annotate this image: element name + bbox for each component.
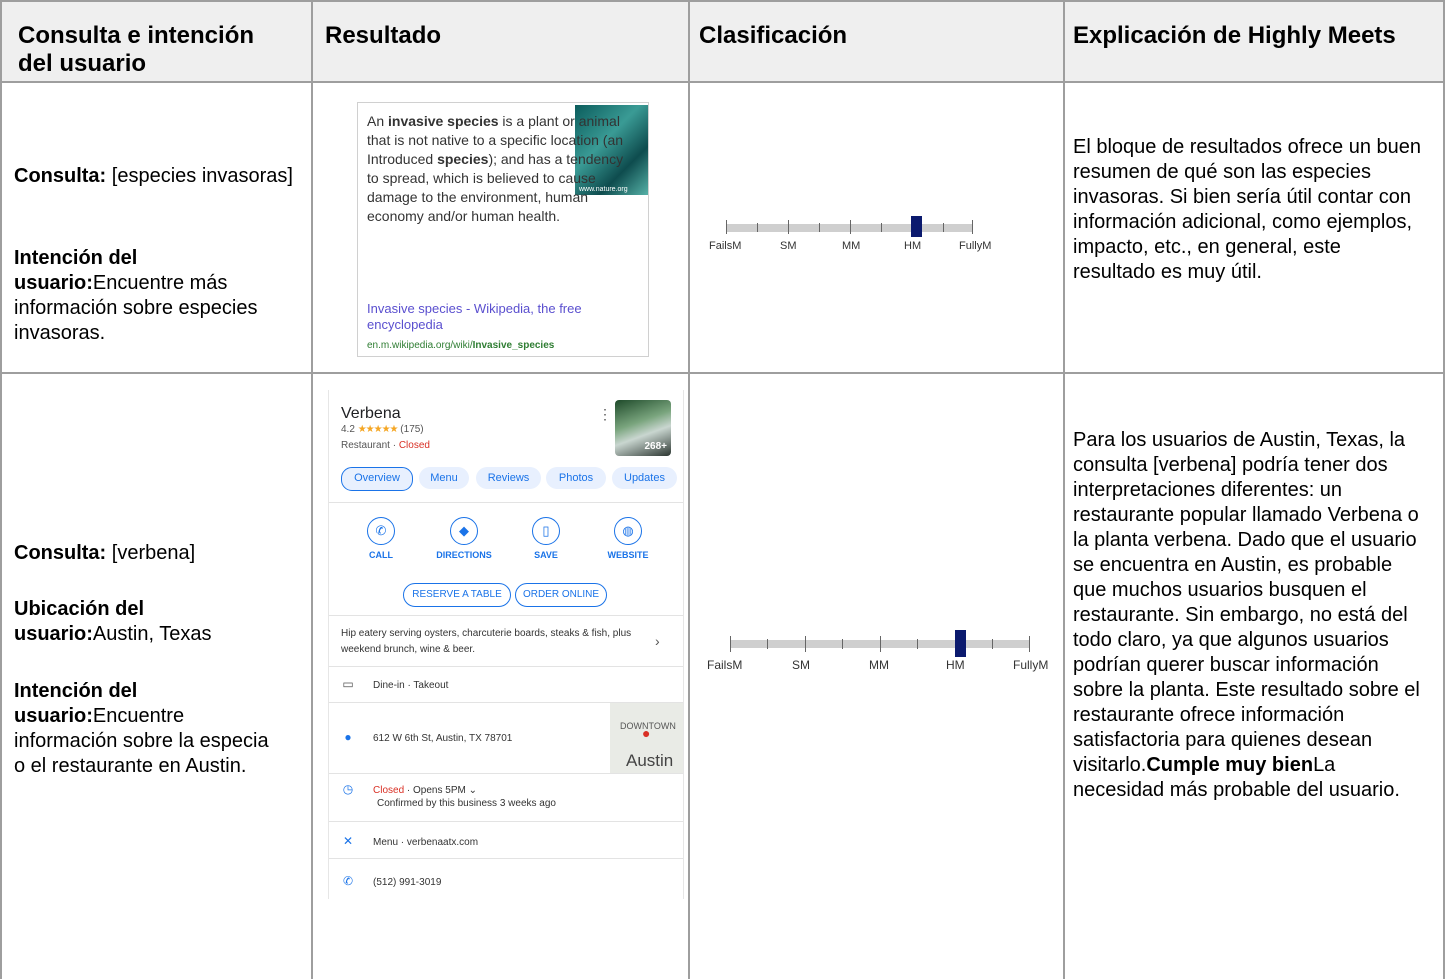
row2-intent-block: Intención del usuario:Encuentre informac…	[14, 679, 282, 779]
scale-label: HM	[904, 240, 922, 252]
directions-icon: ◆	[450, 517, 478, 545]
clock-icon: ◷	[342, 782, 354, 796]
row2-explanation: Para los usuarios de Austin, Texas, la c…	[1073, 428, 1425, 803]
header-result: Resultado	[325, 22, 442, 49]
snippet-text: An invasive species is a plant or animal…	[367, 113, 624, 224]
business-photo[interactable]: 268+	[615, 400, 671, 456]
rating-slider-row1: FailsM SM MM HM FullyM	[709, 216, 991, 260]
business-description[interactable]: Hip eatery serving oysters, charcuterie …	[341, 626, 651, 658]
hours-confirmed: Confirmed by this business 3 weeks ago	[377, 798, 556, 809]
rating-marker	[955, 630, 966, 657]
featured-snippet: www.nature.org An invasive species is a …	[357, 102, 649, 357]
explanation-verdict: Cumple muy bien	[1146, 754, 1314, 776]
rating-slider-row2: FailsM SM MM HM FullyM	[707, 630, 1048, 676]
service-options: ▭ Dine-in · Takeout	[342, 677, 449, 691]
scale-label: SM	[792, 658, 810, 672]
reserve-table-button[interactable]: RESERVE A TABLE	[403, 583, 511, 607]
explanation-main: Para los usuarios de Austin, Texas, la c…	[1073, 429, 1420, 776]
star-icons: ★★★★★	[357, 424, 399, 435]
scale-label: MM	[869, 658, 889, 672]
map-pin-icon: ●	[642, 725, 651, 741]
scale-label: FailsM	[707, 658, 743, 672]
row2-location-block: Ubicación del usuario:Austin, Texas	[14, 597, 274, 647]
snippet-url: en.m.wikipedia.org/wiki/Invasive_species	[367, 340, 555, 351]
scale-label: SM	[780, 240, 797, 252]
chevron-right-icon[interactable]: ›	[655, 633, 660, 649]
address-row[interactable]: ● 612 W 6th St, Austin, TX 78701	[341, 730, 512, 744]
business-type: Restaurant · Closed	[341, 440, 430, 451]
more-options-icon[interactable]: ⋮	[598, 406, 612, 423]
scale-label: FullyM	[959, 240, 992, 252]
map-thumbnail[interactable]: DOWNTOWN ● Austin	[610, 703, 683, 773]
query-label: Consulta:	[14, 542, 107, 564]
header-rating: Clasificación	[699, 22, 848, 49]
query-value: [especies invasoras]	[106, 165, 293, 187]
row1-explanation: El bloque de resultados ofrece un buen r…	[1073, 136, 1422, 283]
business-rating: 4.2 ★★★★★ (175)	[341, 424, 424, 435]
tab-overview[interactable]: Overview	[341, 467, 413, 491]
row1-query-block: Consulta: [especies invasoras]	[14, 164, 304, 189]
save-button[interactable]: ▯ SAVE	[516, 517, 576, 560]
business-card: Verbena 4.2 ★★★★★ (175) Restaurant · Clo…	[328, 390, 684, 899]
call-button[interactable]: ✆ CALL	[351, 517, 411, 560]
location-pin-icon: ●	[344, 730, 352, 744]
query-value: [verbena]	[106, 542, 196, 564]
snippet-link[interactable]: Invasive species - Wikipedia, the free e…	[367, 301, 637, 333]
tab-reviews[interactable]: Reviews	[476, 467, 541, 489]
website-button[interactable]: ◍ WEBSITE	[598, 517, 658, 560]
phone-row[interactable]: ✆ (512) 991-3019	[341, 874, 441, 888]
scale-label: HM	[946, 658, 965, 672]
directions-button[interactable]: ◆ DIRECTIONS	[434, 517, 494, 560]
tab-menu[interactable]: Menu	[419, 467, 469, 489]
storefront-icon: ▭	[342, 677, 354, 691]
location-value: Austin, Texas	[92, 623, 212, 645]
scale-label: FailsM	[709, 240, 742, 252]
business-name: Verbena	[341, 405, 401, 422]
tab-updates[interactable]: Updates	[612, 467, 677, 489]
header-query-intent: Consulta e intención del usuario	[18, 22, 255, 77]
query-label: Consulta:	[14, 165, 107, 187]
menu-row[interactable]: ✕ Menu · verbenaatx.com	[341, 834, 478, 848]
order-online-button[interactable]: ORDER ONLINE	[515, 583, 607, 607]
phone-icon: ✆	[342, 874, 354, 888]
row2-query-block: Consulta: [verbena]	[14, 541, 304, 566]
hours-row[interactable]: ◷ Closed · Opens 5PM ⌄	[341, 782, 477, 796]
map-label-austin: Austin	[626, 751, 674, 770]
rating-marker	[911, 216, 922, 237]
utensils-icon: ✕	[342, 834, 354, 848]
globe-icon: ◍	[614, 517, 642, 545]
scale-label: MM	[842, 240, 861, 252]
phone-icon: ✆	[367, 517, 395, 545]
bookmark-icon: ▯	[532, 517, 560, 545]
scale-label: FullyM	[1013, 658, 1049, 672]
tab-photos[interactable]: Photos	[546, 467, 606, 489]
photo-count: 268+	[644, 441, 667, 452]
header-explanation: Explicación de Highly Meets	[1073, 22, 1396, 49]
row1-intent-block: Intención del usuario:Encuentre más info…	[14, 246, 310, 346]
